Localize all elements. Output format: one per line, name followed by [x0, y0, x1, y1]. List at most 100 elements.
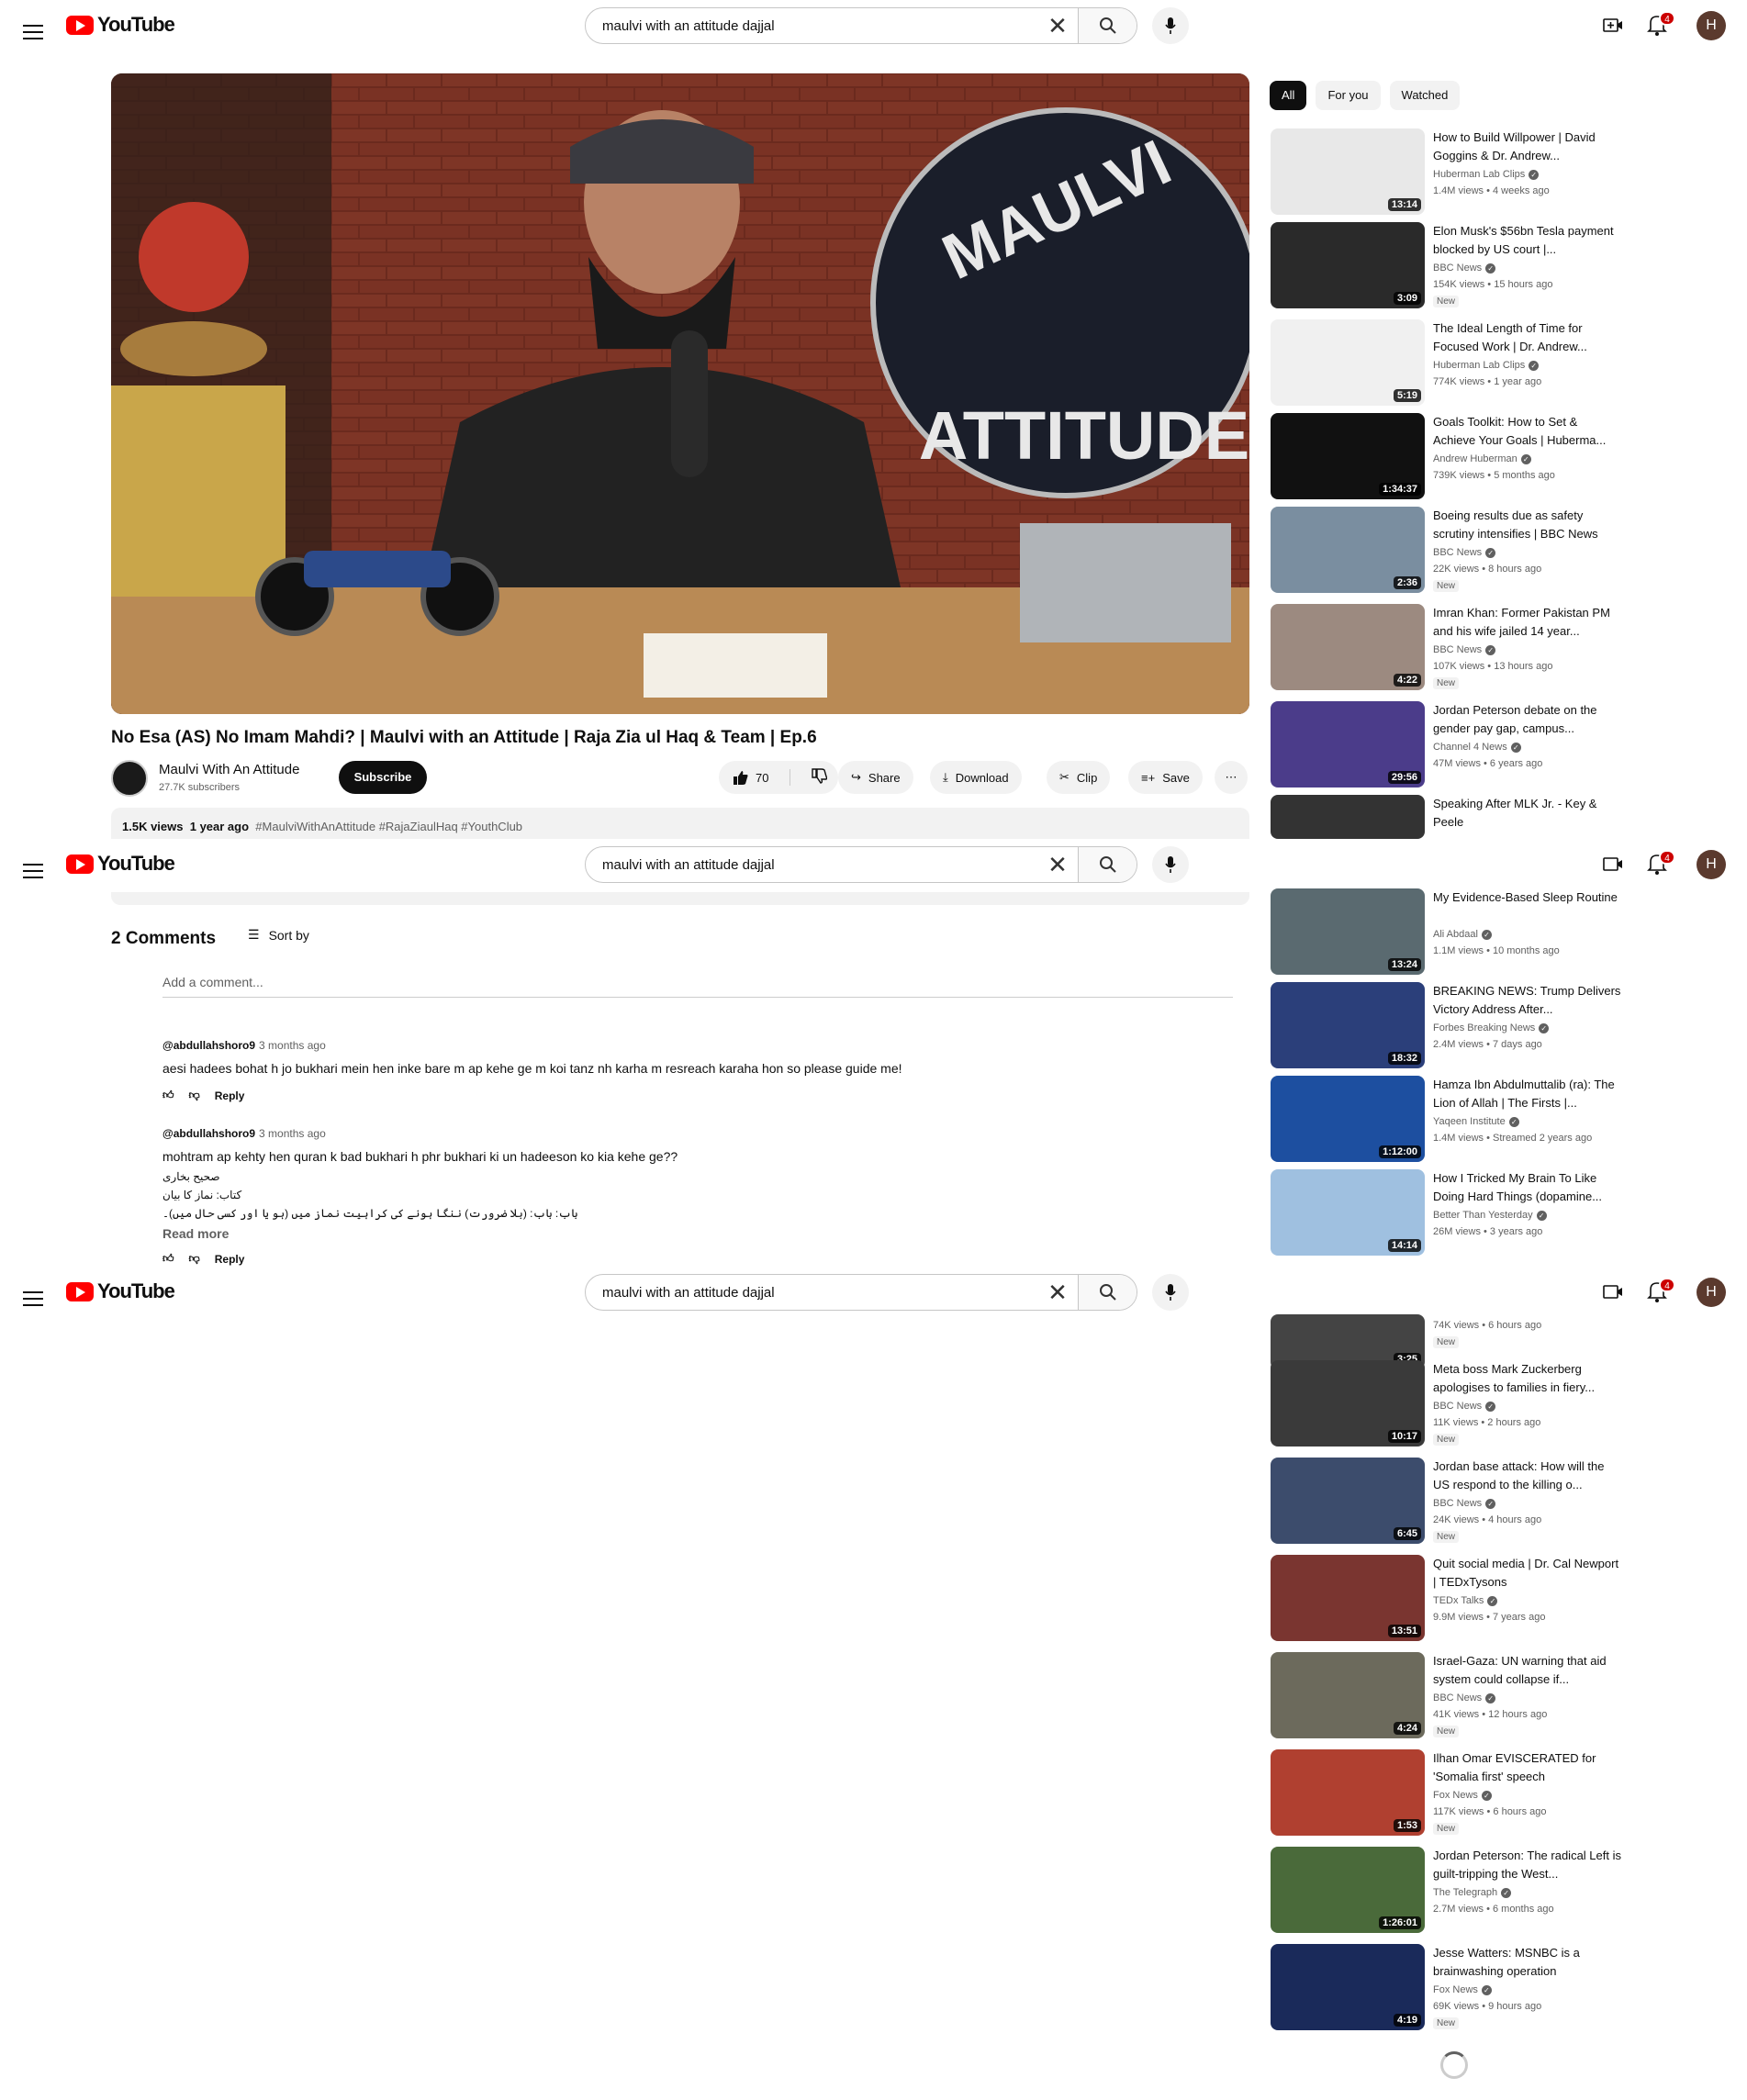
search-box[interactable]: maulvi with an attitude dajjal ✕ — [585, 1274, 1137, 1311]
search-input[interactable]: maulvi with an attitude dajjal — [586, 18, 1037, 34]
recommendation-item[interactable]: 3:09 Elon Musk's $56bn Tesla payment bloc… — [1271, 222, 1747, 309]
menu-icon[interactable] — [20, 859, 46, 885]
recommendation-title[interactable]: Jordan Peterson: The radical Left is gui… — [1433, 1847, 1621, 1883]
comment-author[interactable]: @abdullahshoro9 3 months ago — [162, 1127, 1172, 1140]
recommendation-channel[interactable]: Channel 4 News ✓ — [1433, 742, 1521, 753]
recommendation-title[interactable]: My Evidence-Based Sleep Routine — [1433, 888, 1621, 907]
create-icon[interactable] — [1602, 854, 1624, 876]
recommendation-channel[interactable]: Fox News ✓ — [1433, 1984, 1492, 1995]
recommendation-title[interactable]: The Ideal Length of Time for Focused Wor… — [1433, 319, 1621, 356]
recommendation-item[interactable]: 6:45 Jordan base attack: How will the US … — [1271, 1458, 1747, 1545]
description-box[interactable]: 1.5K views 1 year ago #MaulviWithAnAttit… — [111, 808, 1249, 841]
recommendation-item[interactable]: 10:17 Meta boss Mark Zuckerberg apologise… — [1271, 1360, 1747, 1447]
add-comment-input[interactable]: Add a comment... — [162, 975, 1233, 998]
recommendation-item[interactable]: 1:53 Ilhan Omar EVISCERATED for 'Somalia … — [1271, 1749, 1747, 1837]
recommendation-title[interactable]: Ilhan Omar EVISCERATED for 'Somalia firs… — [1433, 1749, 1621, 1786]
recommendation-channel[interactable]: TEDx Talks ✓ — [1433, 1595, 1498, 1606]
recommendation-title[interactable]: Jordan Peterson debate on the gender pay… — [1433, 701, 1621, 738]
video-thumbnail[interactable]: 1:12:00 — [1271, 1076, 1425, 1162]
recommendation-title[interactable]: Boeing results due as safety scrutiny in… — [1433, 507, 1621, 543]
recommendation-channel[interactable]: BBC News ✓ — [1433, 1498, 1496, 1509]
youtube-logo[interactable]: YouTube — [66, 13, 175, 37]
recommendation-channel[interactable]: Forbes Breaking News ✓ — [1433, 1022, 1550, 1033]
download-button[interactable]: ⤓ Download — [930, 761, 1022, 794]
video-thumbnail[interactable]: 10:17 — [1271, 1360, 1425, 1447]
clear-search-icon[interactable]: ✕ — [1037, 1279, 1078, 1307]
recommendation-channel[interactable]: Huberman Lab Clips ✓ — [1433, 360, 1540, 371]
account-avatar[interactable]: H — [1697, 1278, 1726, 1307]
video-thumbnail[interactable]: 13:24 — [1271, 888, 1425, 975]
mic-icon[interactable] — [1152, 7, 1189, 44]
create-icon[interactable] — [1602, 1281, 1624, 1303]
channel-avatar[interactable] — [111, 760, 148, 797]
recommendation-channel[interactable]: The Telegraph ✓ — [1433, 1887, 1512, 1898]
recommendation-title[interactable]: Quit social media | Dr. Cal Newport | TE… — [1433, 1555, 1621, 1592]
hashtags[interactable]: #MaulviWithAnAttitude #RajaZiaulHaq #You… — [255, 820, 522, 833]
video-thumbnail[interactable]: 4:24 — [1271, 1652, 1425, 1738]
recommendation-item[interactable]: 29:56 Jordan Peterson debate on the gende… — [1271, 701, 1747, 788]
mic-icon[interactable] — [1152, 846, 1189, 883]
clip-button[interactable]: ✂ Clip — [1047, 761, 1111, 794]
recommendation-channel[interactable]: Better Than Yesterday ✓ — [1433, 1210, 1547, 1221]
recommendation-item[interactable]: 2:36 Boeing results due as safety scrutin… — [1271, 507, 1747, 594]
recommendation-item[interactable]: 4:22 Imran Khan: Former Pakistan PM and h… — [1271, 604, 1747, 691]
video-thumbnail[interactable]: 13:14 — [1271, 128, 1425, 215]
video-thumbnail[interactable]: 3:09 — [1271, 222, 1425, 308]
subscribe-button[interactable]: Subscribe — [339, 761, 427, 794]
dislike-button[interactable] — [798, 767, 828, 788]
video-thumbnail[interactable]: 4:22 — [1271, 604, 1425, 690]
account-avatar[interactable]: H — [1697, 11, 1726, 40]
youtube-logo[interactable]: YouTube — [66, 1279, 175, 1303]
video-thumbnail[interactable]: 13:51 — [1271, 1555, 1425, 1641]
video-player[interactable]: MAULVI ATTITUDE — [111, 73, 1249, 714]
like-button[interactable]: 70 — [719, 769, 790, 786]
recommendation-channel[interactable]: Yaqeen Institute ✓ — [1433, 1116, 1519, 1127]
thumbs-down-icon[interactable]: 👎︎ — [189, 1089, 200, 1102]
recommendation-item[interactable]: Speaking After MLK Jr. - Key & Peele — [1271, 795, 1747, 839]
recommendation-title[interactable]: How to Build Willpower | David Goggins &… — [1433, 128, 1621, 165]
chip-all[interactable]: All — [1270, 81, 1307, 110]
recommendation-item[interactable]: 5:19 The Ideal Length of Time for Focused… — [1271, 319, 1747, 407]
sort-button[interactable]: ☰ Sort by — [248, 927, 309, 943]
recommendation-channel[interactable]: Ali Abdaal ✓ — [1433, 929, 1492, 940]
recommendation-channel[interactable]: BBC News ✓ — [1433, 547, 1496, 558]
recommendation-item[interactable]: 13:51 Quit social media | Dr. Cal Newport… — [1271, 1555, 1747, 1642]
search-input[interactable]: maulvi with an attitude dajjal — [586, 857, 1037, 873]
clear-search-icon[interactable]: ✕ — [1037, 12, 1078, 40]
read-more-button[interactable]: Read more — [162, 1226, 1172, 1241]
chip-watched[interactable]: Watched — [1389, 81, 1461, 110]
thumbs-down-icon[interactable]: 👎︎ — [189, 1252, 200, 1266]
video-thumbnail[interactable] — [1271, 795, 1425, 839]
recommendation-item[interactable]: 4:19 Jesse Watters: MSNBC is a brainwashi… — [1271, 1944, 1747, 2031]
video-thumbnail[interactable]: 1:26:01 — [1271, 1847, 1425, 1933]
search-box[interactable]: maulvi with an attitude dajjal ✕ — [585, 846, 1137, 883]
thumbs-up-icon[interactable]: 👍︎ — [162, 1089, 174, 1102]
recommendation-item[interactable]: 14:14 How I Tricked My Brain To Like Doin… — [1271, 1169, 1747, 1256]
video-thumbnail[interactable]: 4:19 — [1271, 1944, 1425, 2030]
video-thumbnail[interactable]: 14:14 — [1271, 1169, 1425, 1256]
search-input[interactable]: maulvi with an attitude dajjal — [586, 1285, 1037, 1301]
recommendation-title[interactable]: Jesse Watters: MSNBC is a brainwashing o… — [1433, 1944, 1621, 1981]
recommendation-item[interactable]: 1:12:00 Hamza Ibn Abdulmuttalib (ra): The… — [1271, 1076, 1747, 1163]
mic-icon[interactable] — [1152, 1274, 1189, 1311]
recommendation-title[interactable]: Imran Khan: Former Pakistan PM and his w… — [1433, 604, 1621, 641]
recommendation-channel[interactable]: BBC News ✓ — [1433, 262, 1496, 274]
thumbs-up-icon[interactable]: 👍︎ — [162, 1252, 174, 1266]
recommendation-item[interactable]: 13:14 How to Build Willpower | David Gogg… — [1271, 128, 1747, 216]
video-thumbnail[interactable]: 18:32 — [1271, 982, 1425, 1068]
video-thumbnail[interactable]: 29:56 — [1271, 701, 1425, 788]
recommendation-channel[interactable]: Fox News ✓ — [1433, 1790, 1492, 1801]
chip-for-you[interactable]: For you — [1316, 81, 1381, 110]
recommendation-title[interactable]: How I Tricked My Brain To Like Doing Har… — [1433, 1169, 1621, 1206]
share-button[interactable]: ↪ Share — [838, 761, 913, 794]
recommendation-title[interactable]: BREAKING NEWS: Trump Delivers Victory Ad… — [1433, 982, 1621, 1019]
recommendation-title[interactable]: Speaking After MLK Jr. - Key & Peele — [1433, 795, 1621, 832]
comment-author[interactable]: @abdullahshoro9 3 months ago — [162, 1039, 1172, 1052]
video-thumbnail[interactable]: 6:45 — [1271, 1458, 1425, 1544]
recommendation-channel[interactable]: Andrew Huberman ✓ — [1433, 453, 1531, 464]
recommendation-channel[interactable]: BBC News ✓ — [1433, 644, 1496, 655]
video-thumbnail[interactable]: 1:53 — [1271, 1749, 1425, 1836]
recommendation-channel[interactable]: Huberman Lab Clips ✓ — [1433, 169, 1540, 180]
video-thumbnail[interactable]: 5:19 — [1271, 319, 1425, 406]
menu-icon[interactable] — [20, 1287, 46, 1312]
